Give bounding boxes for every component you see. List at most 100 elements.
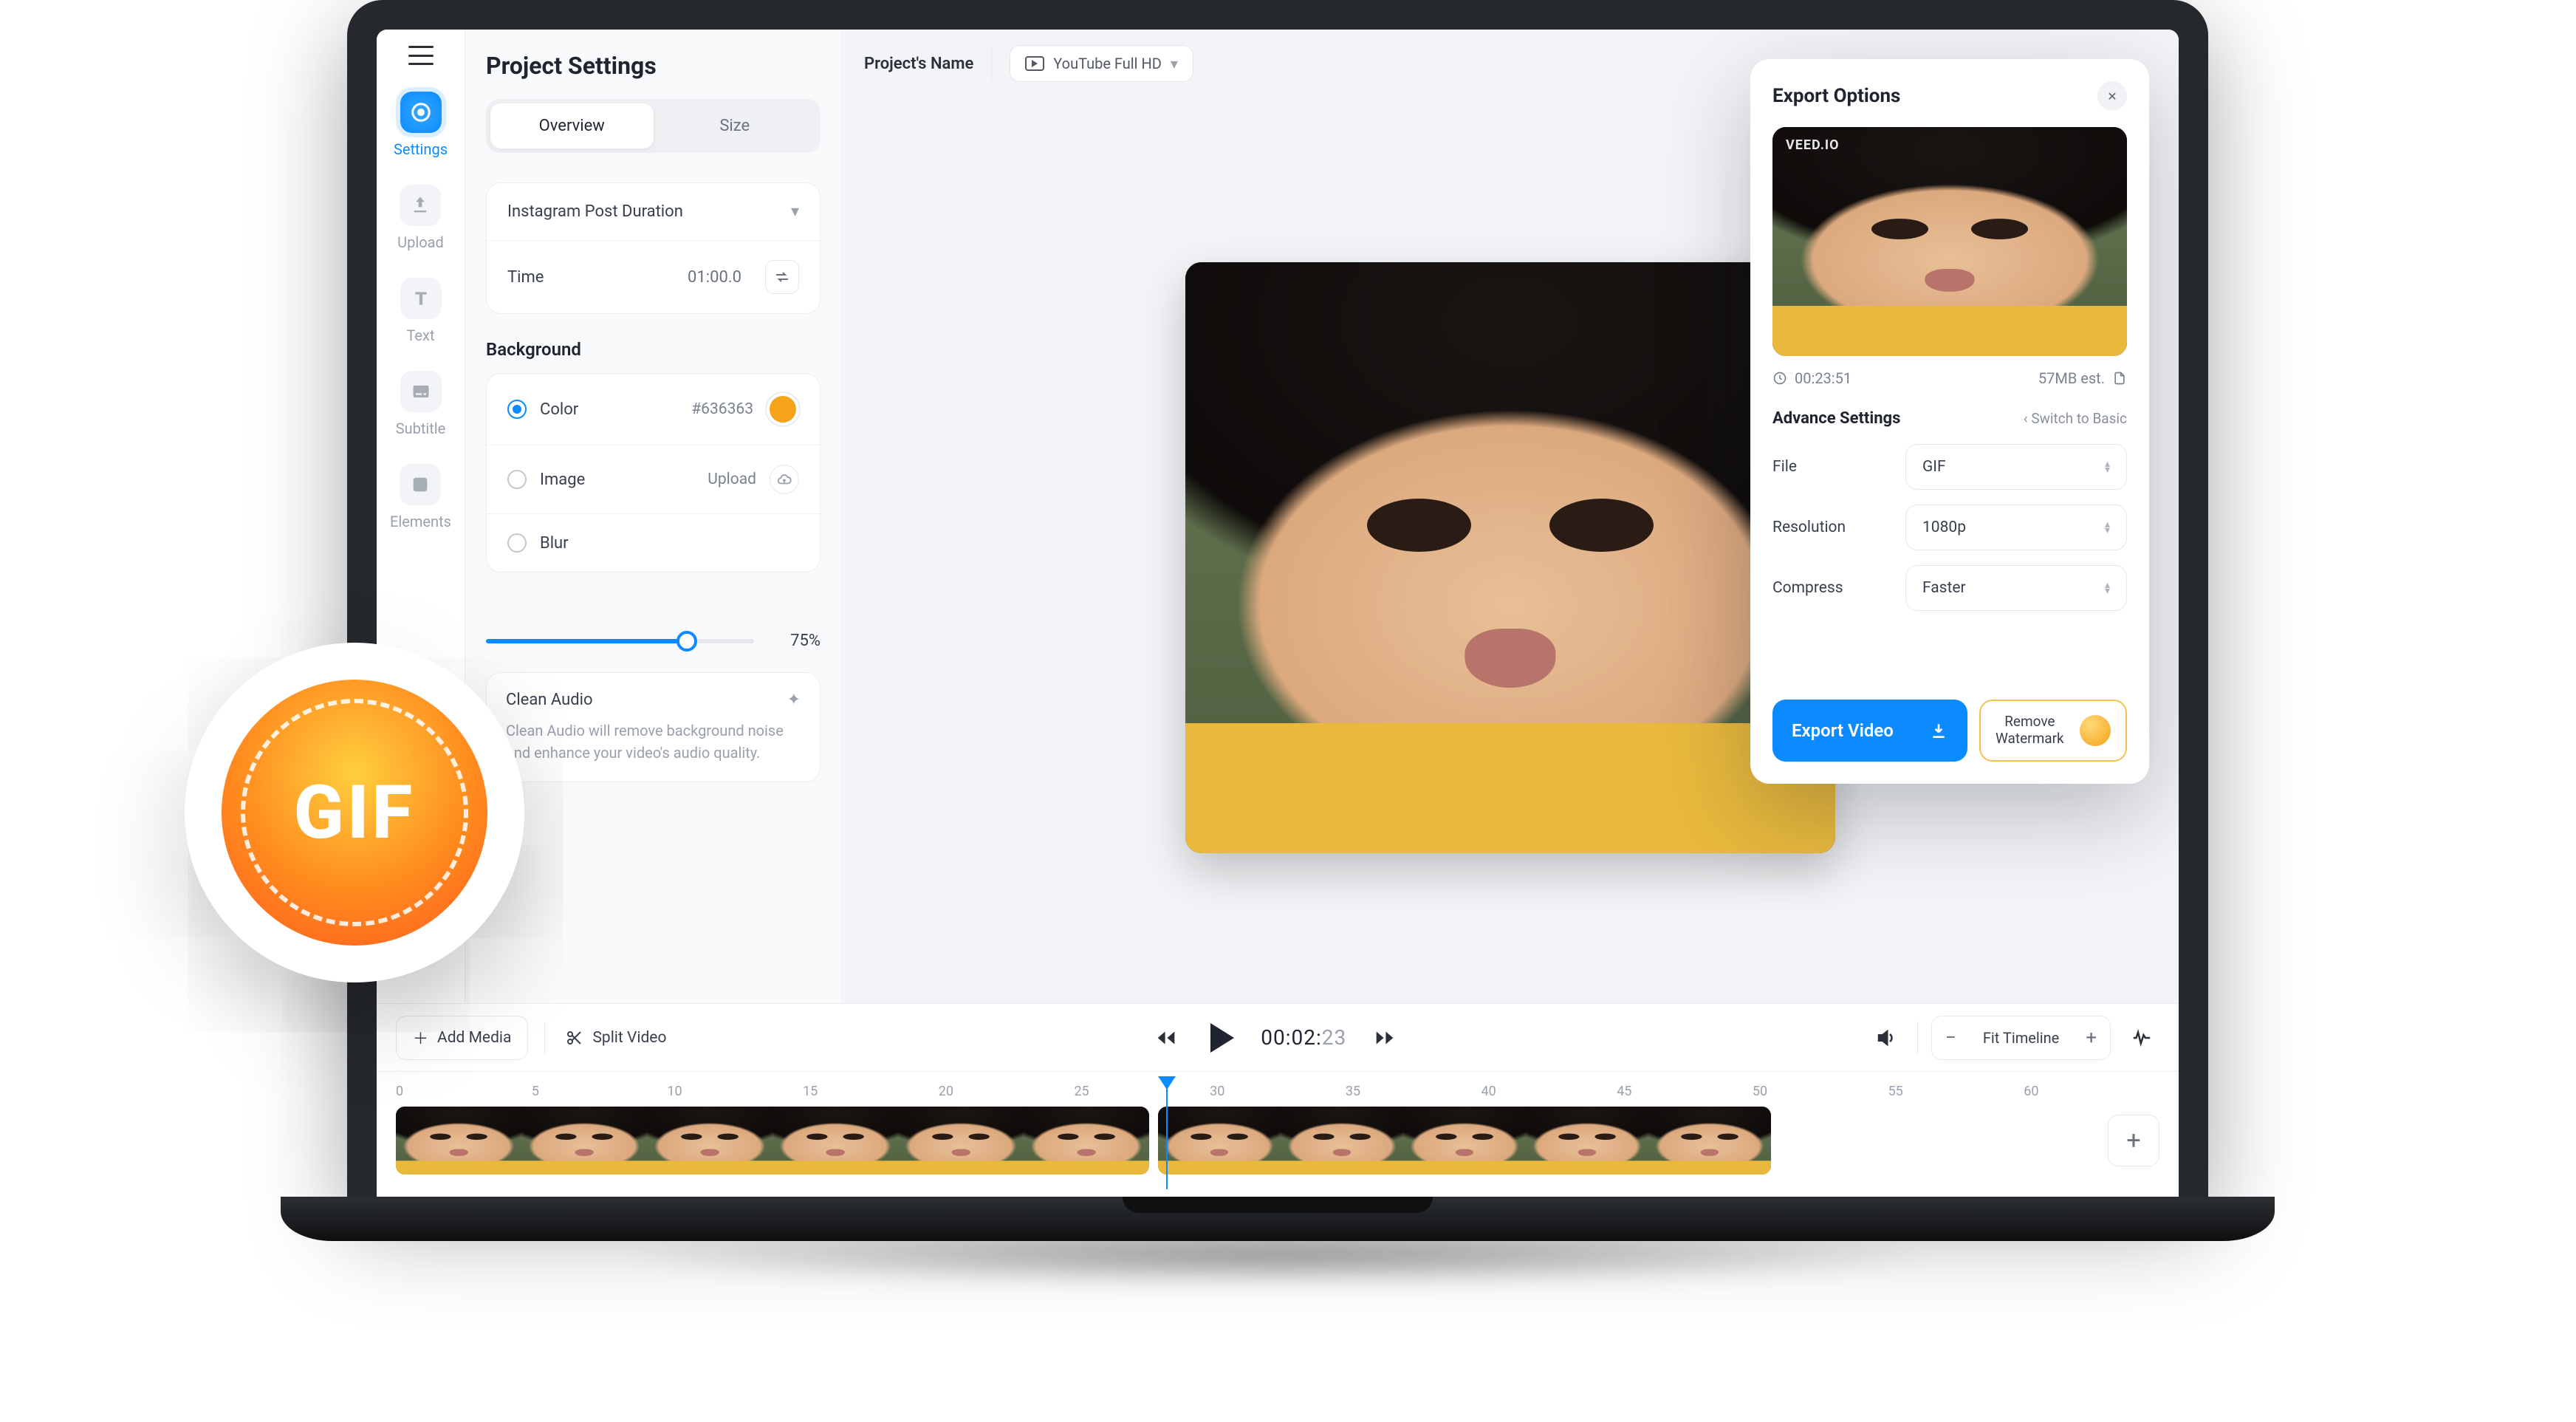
export-title: Export Options: [1772, 85, 1900, 107]
plus-icon: ＋: [413, 1027, 428, 1049]
remove-watermark-button[interactable]: RemoveWatermark: [1979, 700, 2127, 762]
close-button[interactable]: ✕: [2097, 81, 2127, 111]
radio-off-icon: [507, 533, 527, 553]
timecode: 00:02:23: [1261, 1025, 1346, 1050]
rewind-button[interactable]: [1148, 1020, 1184, 1056]
nav-elements[interactable]: Elements: [390, 464, 451, 530]
laptop-frame: Settings Upload Text: [347, 0, 2208, 1197]
project-name[interactable]: Project's Name: [864, 55, 973, 73]
split-video-button[interactable]: Split Video: [561, 1019, 682, 1057]
add-clip-button[interactable]: +: [2108, 1115, 2159, 1166]
time-row: Time 01:00.0: [487, 240, 820, 313]
bg-blur-row[interactable]: Blur: [487, 513, 820, 572]
export-duration: 00:23:51: [1795, 369, 1852, 387]
bg-color-row[interactable]: Color #636363: [487, 374, 820, 445]
gif-badge-inner: GIF: [222, 680, 487, 946]
menu-icon[interactable]: [408, 46, 434, 65]
app-screen: Settings Upload Text: [377, 30, 2179, 1197]
file-label: File: [1772, 458, 1797, 476]
nav-label: Upload: [397, 233, 444, 251]
zoom-in-button[interactable]: +: [2072, 1016, 2110, 1059]
size-preset-select[interactable]: YouTube Full HD ▾: [1010, 45, 1193, 82]
slider-fill: [486, 639, 687, 643]
video-content: [1185, 262, 1835, 853]
forward-button[interactable]: [1367, 1020, 1402, 1056]
timeline-clip[interactable]: [396, 1107, 1149, 1175]
fit-timeline-button[interactable]: Fit Timeline: [1970, 1019, 2072, 1057]
nav-label: Subtitle: [396, 420, 446, 437]
sparkle-icon: ✦: [787, 691, 801, 709]
timeline[interactable]: 051015202530354045505560: [377, 1071, 2179, 1197]
elements-icon: [400, 464, 441, 505]
watermark-text: VEED.IO: [1786, 137, 1840, 153]
export-preview: VEED.IO: [1772, 127, 2127, 356]
bg-color-label: Color: [540, 400, 678, 419]
play-icon: [1210, 1023, 1234, 1053]
waveform-toggle[interactable]: [2124, 1020, 2159, 1056]
color-swatch[interactable]: [767, 393, 799, 425]
compress-select[interactable]: Faster ▴▾: [1905, 565, 2127, 611]
gif-badge: GIF: [185, 643, 524, 982]
nav-label: Text: [406, 327, 434, 344]
nav-label: Elements: [390, 513, 451, 530]
add-media-button[interactable]: ＋ Add Media: [396, 1016, 528, 1060]
volume-button[interactable]: [1868, 1020, 1904, 1056]
resolution-label: Resolution: [1772, 519, 1846, 536]
opacity-slider[interactable]: [486, 639, 754, 643]
zoom-out-button[interactable]: −: [1932, 1016, 1970, 1059]
subtitle-icon: [400, 371, 442, 412]
close-icon: ✕: [2107, 89, 2117, 103]
resolution-select[interactable]: 1080p ▴▾: [1905, 505, 2127, 550]
bg-color-hex: #636363: [691, 400, 753, 418]
file-format-value: GIF: [1922, 458, 1946, 476]
timeline-clip[interactable]: [1158, 1107, 1771, 1175]
bg-image-row[interactable]: Image Upload: [487, 445, 820, 513]
youtube-icon: [1025, 56, 1044, 71]
video-preview[interactable]: [1185, 262, 1835, 853]
settings-panel: Project Settings Overview Size Instagram…: [465, 30, 842, 1003]
radio-on-icon: [507, 400, 527, 419]
advance-settings-heading: Advance Settings: [1772, 409, 1900, 428]
time-value: 01:00.0: [688, 268, 741, 287]
file-icon: [2112, 371, 2127, 386]
tab-overview[interactable]: Overview: [490, 103, 654, 148]
nav-text[interactable]: Text: [400, 278, 442, 344]
switch-to-basic-link[interactable]: ‹ Switch to Basic: [2024, 410, 2127, 427]
file-format-select[interactable]: GIF ▴▾: [1905, 444, 2127, 490]
bg-blur-label: Blur: [540, 534, 799, 553]
clean-audio-label: Clean Audio: [506, 691, 593, 709]
slider-knob[interactable]: [676, 631, 697, 652]
nav-settings[interactable]: Settings: [394, 92, 448, 158]
clean-audio-card[interactable]: Clean Audio ✦ Clean Audio will remove ba…: [486, 672, 821, 782]
time-label: Time: [507, 268, 544, 287]
divider: [1917, 1022, 1918, 1054]
swap-horizontal-icon[interactable]: [765, 260, 799, 294]
compress-value: Faster: [1922, 579, 1966, 597]
panel-title: Project Settings: [486, 52, 821, 80]
duration-preset-select[interactable]: Instagram Post Duration ▾: [487, 183, 820, 240]
nav-subtitle[interactable]: Subtitle: [396, 371, 446, 437]
playback-controls: ＋ Add Media Split Video 00:02:23: [377, 1003, 2179, 1071]
time-ruler: 051015202530354045505560: [396, 1081, 2159, 1107]
cloud-upload-icon[interactable]: [770, 465, 799, 494]
nav-label: Settings: [394, 140, 448, 158]
tab-size[interactable]: Size: [654, 103, 817, 148]
chevron-down-icon: ▾: [791, 202, 799, 221]
duration-card: Instagram Post Duration ▾ Time 01:00.0: [486, 182, 821, 314]
opacity-value: 75%: [769, 632, 821, 650]
duration-preset-label: Instagram Post Duration: [507, 202, 683, 221]
split-video-label: Split Video: [592, 1029, 666, 1047]
text-icon: [400, 278, 442, 319]
laptop-base: [281, 1197, 2275, 1241]
compress-label: Compress: [1772, 579, 1843, 597]
download-icon: [1929, 721, 1948, 740]
stepper-icon: ▴▾: [2105, 461, 2110, 473]
nav-upload[interactable]: Upload: [397, 185, 444, 251]
preview-content: [1772, 127, 2127, 356]
clean-audio-desc: Clean Audio will remove background noise…: [506, 719, 801, 764]
play-button[interactable]: [1205, 1020, 1240, 1056]
export-video-button[interactable]: Export Video: [1772, 700, 1967, 762]
gem-icon: [2080, 715, 2111, 746]
scissors-icon: [566, 1029, 583, 1047]
settings-tabs: Overview Size: [486, 99, 821, 153]
